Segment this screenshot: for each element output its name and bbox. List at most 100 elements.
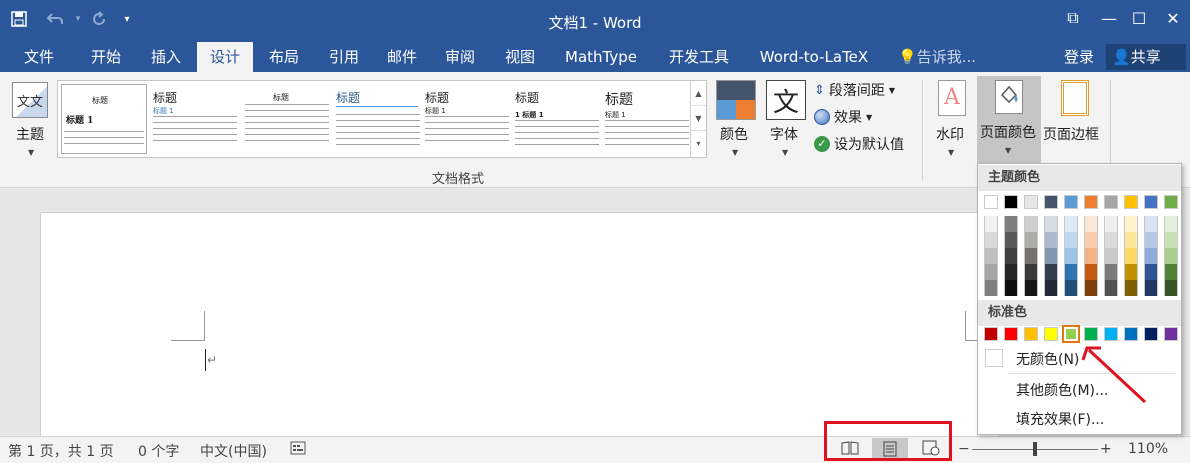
theme-color-shade-swatch[interactable] — [1044, 216, 1058, 232]
tab-developer[interactable]: 开发工具 — [656, 42, 742, 72]
theme-color-shade-swatch[interactable] — [1004, 280, 1018, 296]
language-indicator[interactable]: 中文(中国) — [200, 441, 267, 461]
standard-color-swatch[interactable] — [984, 327, 998, 341]
theme-color-shade-swatch[interactable] — [1164, 248, 1178, 264]
theme-color-shade-swatch[interactable] — [1104, 280, 1118, 296]
tab-mailings[interactable]: 邮件 — [376, 42, 428, 72]
standard-color-swatch[interactable] — [1024, 327, 1038, 341]
theme-color-shade-swatch[interactable] — [1144, 216, 1158, 232]
theme-color-shade-swatch[interactable] — [1104, 248, 1118, 264]
theme-color-shade-swatch[interactable] — [1004, 264, 1018, 280]
tab-home[interactable]: 开始 — [80, 42, 132, 72]
theme-color-shade-swatch[interactable] — [1064, 280, 1078, 296]
gallery-scroll-down-icon[interactable]: ▼ — [691, 106, 706, 131]
standard-color-swatch[interactable] — [1004, 327, 1018, 341]
theme-color-swatch[interactable] — [1104, 195, 1118, 209]
theme-color-shade-swatch[interactable] — [1164, 232, 1178, 248]
tab-file[interactable]: 文件 — [10, 42, 68, 72]
style-set-item[interactable]: 标题 — [334, 84, 422, 154]
theme-color-shade-swatch[interactable] — [1064, 232, 1078, 248]
theme-color-swatch[interactable] — [984, 195, 998, 209]
theme-color-shade-swatch[interactable] — [1024, 232, 1038, 248]
theme-color-shade-swatch[interactable] — [1164, 216, 1178, 232]
theme-color-shade-swatch[interactable] — [1044, 264, 1058, 280]
close-button[interactable]: ✕ — [1158, 6, 1188, 30]
theme-color-shade-swatch[interactable] — [1124, 264, 1138, 280]
theme-color-shade-swatch[interactable] — [1124, 216, 1138, 232]
web-layout-icon[interactable] — [922, 440, 940, 460]
tell-me-box[interactable]: 💡告诉我... — [898, 42, 976, 72]
style-set-item[interactable]: 标题 标题 1 — [61, 84, 147, 154]
word-count[interactable]: 0 个字 — [138, 441, 179, 461]
theme-color-shade-swatch[interactable] — [1024, 248, 1038, 264]
fonts-button[interactable]: 文 字体 ▼ — [764, 78, 808, 162]
style-set-item[interactable]: 标题 标题 1 — [423, 84, 511, 154]
page-count[interactable]: 第 1 页，共 1 页 — [8, 441, 114, 461]
theme-color-shade-swatch[interactable] — [984, 216, 998, 232]
print-layout-icon[interactable] — [872, 438, 908, 460]
tab-insert[interactable]: 插入 — [140, 42, 192, 72]
tab-references[interactable]: 引用 — [318, 42, 370, 72]
document-page[interactable]: ↵ — [40, 212, 1000, 442]
zoom-slider-thumb[interactable] — [1033, 442, 1037, 456]
theme-color-shade-swatch[interactable] — [984, 264, 998, 280]
standard-color-swatch[interactable] — [1144, 327, 1158, 341]
theme-color-swatch[interactable] — [1124, 195, 1138, 209]
standard-color-swatch[interactable] — [1084, 327, 1098, 341]
theme-color-shade-swatch[interactable] — [1144, 264, 1158, 280]
theme-color-swatch[interactable] — [1024, 195, 1038, 209]
theme-color-shade-swatch[interactable] — [1024, 264, 1038, 280]
theme-color-shade-swatch[interactable] — [1124, 248, 1138, 264]
standard-color-swatch[interactable] — [1164, 327, 1178, 341]
theme-color-shade-swatch[interactable] — [1084, 248, 1098, 264]
standard-color-swatch[interactable] — [1062, 325, 1080, 343]
theme-color-swatch[interactable] — [1064, 195, 1078, 209]
standard-color-swatch[interactable] — [1124, 327, 1138, 341]
theme-color-shade-swatch[interactable] — [1124, 232, 1138, 248]
theme-color-shade-swatch[interactable] — [1164, 264, 1178, 280]
tab-design[interactable]: 设计 — [197, 42, 253, 72]
tab-word-to-latex[interactable]: Word-to-LaTeX — [750, 42, 878, 72]
tab-review[interactable]: 审阅 — [434, 42, 486, 72]
theme-color-shade-swatch[interactable] — [1084, 264, 1098, 280]
theme-color-shade-swatch[interactable] — [1104, 232, 1118, 248]
watermark-button[interactable]: A 水印 ▼ — [930, 78, 974, 162]
style-set-item[interactable]: 标题 1 标题 1 — [513, 84, 601, 154]
set-as-default-button[interactable]: ✓ 设为默认值 — [814, 134, 904, 154]
theme-color-shade-swatch[interactable] — [1064, 264, 1078, 280]
theme-color-shade-swatch[interactable] — [1004, 248, 1018, 264]
theme-color-shade-swatch[interactable] — [1084, 216, 1098, 232]
theme-color-shade-swatch[interactable] — [1064, 216, 1078, 232]
theme-color-shade-swatch[interactable] — [1004, 232, 1018, 248]
page-borders-button[interactable]: 页面边框 — [1043, 78, 1107, 162]
ribbon-display-icon[interactable]: ⧉ — [1058, 6, 1088, 30]
theme-color-shade-swatch[interactable] — [1044, 232, 1058, 248]
zoom-level[interactable]: 110% — [1128, 441, 1168, 457]
minimize-button[interactable]: — — [1094, 6, 1124, 30]
maximize-button[interactable]: ☐ — [1124, 6, 1154, 30]
effects-button[interactable]: 效果 ▼ — [814, 107, 872, 127]
sign-in-link[interactable]: 登录 — [1064, 42, 1094, 72]
theme-color-shade-swatch[interactable] — [984, 248, 998, 264]
zoom-in-button[interactable]: + — [1100, 441, 1112, 457]
themes-button[interactable]: 文文 主题 ▼ — [8, 78, 54, 162]
theme-color-shade-swatch[interactable] — [1024, 280, 1038, 296]
theme-color-shade-swatch[interactable] — [1044, 248, 1058, 264]
theme-color-shade-swatch[interactable] — [1064, 248, 1078, 264]
theme-color-shade-swatch[interactable] — [984, 232, 998, 248]
theme-color-shade-swatch[interactable] — [1004, 216, 1018, 232]
theme-color-shade-swatch[interactable] — [1044, 280, 1058, 296]
theme-color-shade-swatch[interactable] — [984, 280, 998, 296]
theme-color-shade-swatch[interactable] — [1164, 280, 1178, 296]
theme-color-swatch[interactable] — [1144, 195, 1158, 209]
style-set-item[interactable]: 标题 — [243, 84, 331, 154]
standard-color-swatch[interactable] — [1044, 327, 1058, 341]
tab-layout[interactable]: 布局 — [258, 42, 310, 72]
theme-color-swatch[interactable] — [1164, 195, 1178, 209]
theme-color-shade-swatch[interactable] — [1144, 232, 1158, 248]
theme-color-shade-swatch[interactable] — [1024, 216, 1038, 232]
tab-mathtype[interactable]: MathType — [556, 42, 646, 72]
theme-color-shade-swatch[interactable] — [1144, 280, 1158, 296]
read-mode-icon[interactable] — [841, 440, 859, 460]
page-color-button[interactable]: 页面颜色 ▼ — [977, 76, 1041, 164]
